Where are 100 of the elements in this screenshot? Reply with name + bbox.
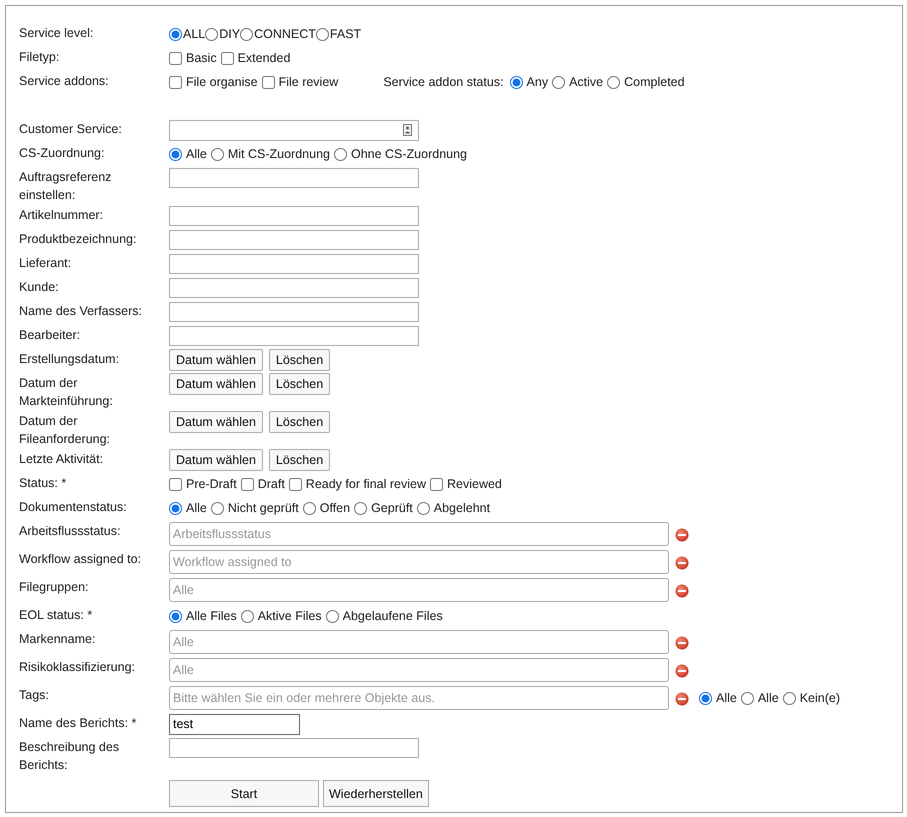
field-label: Tags: <box>19 687 50 704</box>
field-label: Customer Service: <box>19 121 123 138</box>
option-label: Basic <box>186 51 217 65</box>
text-field[interactable] <box>169 254 419 274</box>
date-button[interactable]: Löschen <box>268 449 330 471</box>
field-label: Beschreibung des Berichts: <box>19 739 120 774</box>
date-button[interactable]: Datum wählen <box>169 449 263 471</box>
checkbox[interactable] <box>169 52 182 64</box>
option-label: DIY <box>219 27 240 41</box>
field-label: Produktbezeichnung: <box>19 231 138 248</box>
select-field[interactable]: Arbeitsflussstatus <box>169 522 669 546</box>
remove-icon[interactable] <box>675 528 689 542</box>
remove-icon[interactable] <box>675 692 689 706</box>
date-button[interactable]: Datum wählen <box>169 373 263 395</box>
select-field[interactable]: Workflow assigned to <box>169 550 669 574</box>
radio-button[interactable] <box>740 692 754 704</box>
text-field[interactable] <box>169 230 419 250</box>
option-label: Alle <box>186 147 207 161</box>
radio-button[interactable] <box>210 148 224 160</box>
option-label: File review <box>278 75 338 89</box>
action-button[interactable]: Start <box>169 780 319 807</box>
field-label: Arbeitsflussstatus: <box>19 523 122 540</box>
date-button[interactable]: Datum wählen <box>169 411 263 433</box>
checkbox[interactable] <box>169 76 182 88</box>
select-field[interactable]: Alle <box>169 658 669 682</box>
remove-icon[interactable] <box>675 664 689 678</box>
radio-button[interactable] <box>169 28 182 40</box>
field-label: Service level: <box>19 25 94 42</box>
select-field[interactable]: Bitte wählen Sie ein oder mehrere Objekte aus. <box>169 686 669 710</box>
option-label: Aktive Files <box>258 609 322 623</box>
option-label: Any <box>526 75 548 89</box>
checkbox[interactable] <box>262 76 275 88</box>
radio-button[interactable] <box>169 610 182 622</box>
date-button[interactable]: Löschen <box>268 411 330 433</box>
option-label: CONNECT <box>254 27 316 41</box>
option-label: Draft <box>258 477 285 491</box>
option-label: Ready for final review <box>306 477 426 491</box>
option-label: Abgelaufene Files <box>342 609 443 623</box>
checkbox[interactable] <box>169 478 182 490</box>
date-button[interactable]: Löschen <box>268 373 330 395</box>
field-label: Name des Verfassers: <box>19 303 143 320</box>
option-label: Mit CS-Zuordnung <box>228 147 330 161</box>
radio-button[interactable] <box>326 610 339 622</box>
option-label: Ohne CS-Zuordnung <box>350 147 468 161</box>
text-field[interactable]: test <box>169 714 300 734</box>
radio-button[interactable] <box>416 502 430 514</box>
field-label: Markenname: <box>19 631 96 648</box>
radio-button[interactable] <box>169 502 182 514</box>
date-button[interactable]: Löschen <box>268 349 330 371</box>
radio-button[interactable] <box>334 148 347 160</box>
action-button[interactable]: Wiederherstellen <box>323 780 429 807</box>
option-label: Completed <box>624 75 685 89</box>
text-field[interactable] <box>169 278 419 298</box>
option-label: Reviewed <box>447 477 502 491</box>
field-label: Filegruppen: <box>19 579 90 596</box>
radio-button[interactable] <box>240 28 254 40</box>
select-field[interactable]: Alle <box>169 630 669 654</box>
lookup-field[interactable] <box>169 120 419 140</box>
option-label: Alle <box>186 501 207 515</box>
checkbox[interactable] <box>220 52 234 64</box>
field-label: Service addon status: <box>383 75 504 89</box>
field-label: Service addons: <box>19 73 110 90</box>
radio-button[interactable] <box>205 28 218 40</box>
radio-button[interactable] <box>354 502 368 514</box>
remove-icon[interactable] <box>675 556 689 570</box>
radio-button[interactable] <box>607 76 620 88</box>
radio-button[interactable] <box>210 502 224 514</box>
checkbox[interactable] <box>288 478 302 490</box>
remove-icon[interactable] <box>675 584 689 598</box>
field-label: Erstellungsdatum: <box>19 351 120 368</box>
checkbox[interactable] <box>240 478 254 490</box>
option-label: Active <box>569 75 604 89</box>
radio-button[interactable] <box>240 610 254 622</box>
checkbox[interactable] <box>430 478 443 490</box>
text-field[interactable] <box>169 326 419 346</box>
radio-button[interactable] <box>302 502 316 514</box>
field-label: Auftragsreferenz einstellen: <box>19 169 112 204</box>
select-field[interactable]: Alle <box>169 578 669 602</box>
contact-card-icon[interactable] <box>403 124 412 136</box>
field-label: CS-Zuordnung: <box>19 145 106 162</box>
radio-button[interactable] <box>510 76 523 88</box>
text-field[interactable] <box>169 168 419 188</box>
text-field[interactable] <box>169 302 419 322</box>
option-label: File organise <box>186 75 258 89</box>
text-field[interactable] <box>169 206 419 226</box>
field-label: Lieferant: <box>19 255 72 272</box>
field-label: EOL status: * <box>19 607 94 624</box>
radio-button[interactable] <box>316 28 329 40</box>
field-label: Bearbeiter: <box>19 327 82 344</box>
option-label: Offen <box>320 501 350 515</box>
radio-button[interactable] <box>699 692 712 704</box>
radio-button[interactable] <box>169 148 182 160</box>
date-button[interactable]: Datum wählen <box>169 349 263 371</box>
remove-icon[interactable] <box>675 636 689 650</box>
text-field[interactable] <box>169 738 419 758</box>
radio-button[interactable] <box>552 76 566 88</box>
field-label: Kunde: <box>19 279 60 296</box>
radio-button[interactable] <box>782 692 796 704</box>
field-label: Artikelnummer: <box>19 207 104 224</box>
option-label: Abgelehnt <box>434 501 490 515</box>
